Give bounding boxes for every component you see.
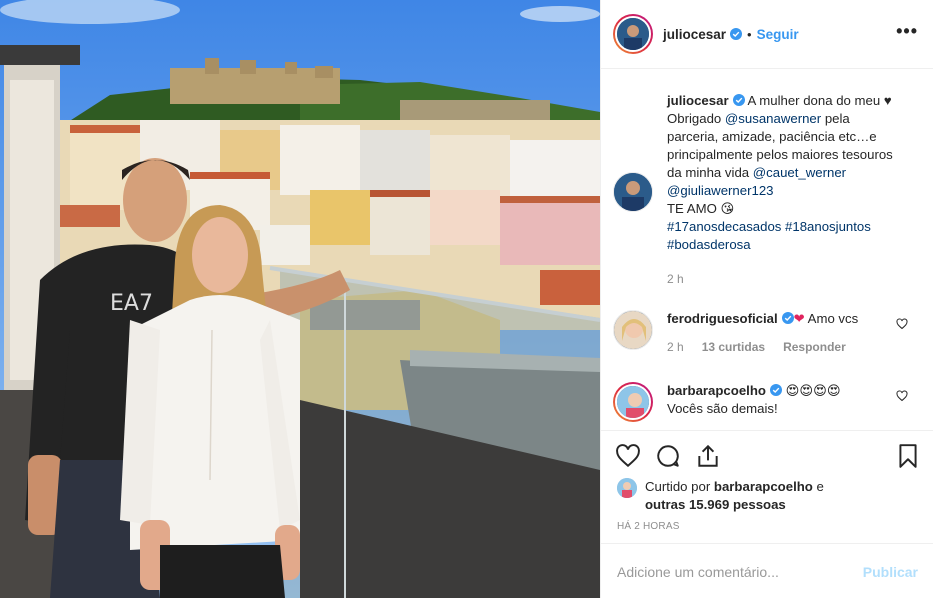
add-comment-bar: Publicar: [601, 543, 933, 598]
author-username[interactable]: juliocesar: [663, 27, 726, 42]
comment-time[interactable]: 2 h: [667, 338, 684, 356]
reply-button[interactable]: Responder: [783, 338, 846, 356]
comment-body: barbarapcoelho 😍😍😍😍 Vocês são demais!: [667, 382, 902, 422]
commenter-avatar[interactable]: [613, 310, 653, 350]
caption: juliocesar A mulher dona do meu ♥ Obriga…: [613, 92, 902, 288]
heart-emoji: ❤: [793, 311, 805, 326]
share-icon[interactable]: [695, 443, 721, 469]
follow-button[interactable]: Seguir: [757, 27, 799, 42]
verified-icon: [732, 94, 745, 106]
liker-avatar[interactable]: [617, 478, 637, 498]
comment-text: Amo vcs: [807, 311, 859, 326]
comment-item: barbarapcoelho 😍😍😍😍 Vocês são demais!: [613, 382, 902, 422]
svg-text:EA7: EA7: [110, 291, 153, 316]
comment-username[interactable]: ferodriguesoficial: [667, 311, 778, 326]
caption-username[interactable]: juliocesar: [667, 93, 729, 108]
author-avatar[interactable]: [613, 14, 653, 54]
caption-time[interactable]: 2 h: [667, 270, 684, 288]
likes-count[interactable]: outras 15.969 pessoas: [645, 497, 786, 512]
comment-username[interactable]: barbarapcoelho: [667, 383, 766, 398]
verified-icon: [781, 312, 794, 324]
mention-giuliawerner123[interactable]: @giuliawerner123: [667, 183, 774, 198]
caption-hashtags[interactable]: #17anosdecasados #18anosjuntos #bodasder…: [667, 218, 902, 254]
mention-cauet-werner[interactable]: @cauet_werner: [753, 165, 846, 180]
comment-input[interactable]: [617, 563, 863, 580]
liked-prefix: Curtido por: [645, 479, 714, 494]
comment-text-2: Vocês são demais!: [667, 401, 778, 416]
publish-button[interactable]: Publicar: [863, 564, 918, 580]
comments-list[interactable]: juliocesar A mulher dona do meu ♥ Obriga…: [601, 70, 933, 430]
verified-icon: [730, 28, 743, 40]
bookmark-icon[interactable]: [895, 443, 921, 469]
caption-text-1: A mulher dona do meu ♥: [747, 93, 892, 108]
liked-middle: e: [812, 479, 824, 494]
post-actions: Curtido por barbarapcoelho e outras 15.9…: [601, 430, 933, 598]
caption-avatar[interactable]: [613, 172, 653, 212]
comment-text: 😍😍😍😍: [785, 383, 841, 398]
like-comment-heart-icon[interactable]: [896, 390, 908, 402]
comment-likes[interactable]: 13 curtidas: [702, 338, 765, 356]
post-panel: juliocesar • Seguir ••• juliocesar A mul…: [600, 0, 933, 598]
post-header: juliocesar • Seguir •••: [601, 0, 933, 69]
separator-dot: •: [747, 26, 752, 42]
photo-image: EA7: [0, 0, 600, 598]
comment-body: ferodriguesoficial ❤ Amo vcs 2 h 13 curti…: [667, 310, 902, 356]
comment-item: ferodriguesoficial ❤ Amo vcs 2 h 13 curti…: [613, 310, 902, 356]
verified-icon: [769, 384, 782, 396]
caption-text: juliocesar A mulher dona do meu ♥ Obriga…: [667, 92, 902, 288]
liked-by: Curtido por barbarapcoelho e outras 15.9…: [617, 478, 824, 514]
post-photo[interactable]: EA7: [0, 0, 600, 598]
commenter-avatar[interactable]: [613, 382, 653, 422]
heart-icon[interactable]: [615, 443, 641, 469]
liker-username[interactable]: barbarapcoelho: [714, 479, 813, 494]
post-timestamp[interactable]: HÁ 2 HORAS: [617, 521, 680, 532]
caption-text-4: TE AMO 😘: [667, 201, 735, 216]
like-comment-heart-icon[interactable]: [896, 318, 908, 330]
caption-text-2: Obrigado: [667, 111, 725, 126]
more-options-icon[interactable]: •••: [896, 22, 918, 40]
comment-icon[interactable]: [655, 443, 681, 469]
mention-susanawerner[interactable]: @susanawerner: [725, 111, 821, 126]
